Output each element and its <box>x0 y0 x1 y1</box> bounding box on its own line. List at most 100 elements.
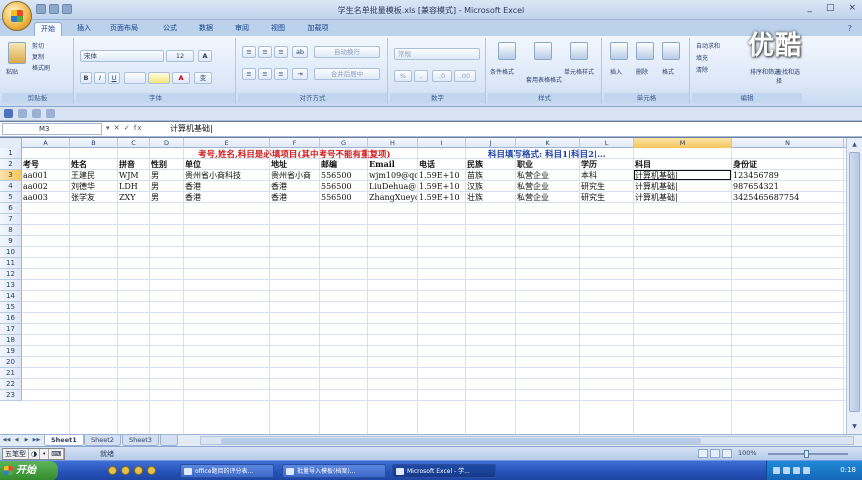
wrap-text-button[interactable]: 自动换行 <box>314 46 380 58</box>
column-header-a[interactable]: A <box>22 138 70 148</box>
column-header-g[interactable]: G <box>320 138 368 148</box>
select-all-corner[interactable] <box>0 138 22 148</box>
table-cell[interactable]: 本科 <box>580 170 633 181</box>
table-cell[interactable]: 计算机基础| <box>634 181 731 192</box>
insert-cells-icon[interactable] <box>610 42 628 60</box>
next-sheet-icon[interactable]: ▶ <box>22 436 31 445</box>
table-cell[interactable]: 研究生 <box>580 192 633 203</box>
insert-sheet-icon[interactable] <box>160 435 178 446</box>
row-header-13[interactable]: 13 <box>0 280 22 291</box>
table-cell[interactable]: 香港 <box>184 192 269 203</box>
column-header-l[interactable]: L <box>580 138 634 148</box>
align-right-icon[interactable]: ≡ <box>274 68 288 80</box>
column-header-h[interactable]: H <box>368 138 418 148</box>
align-left-icon[interactable]: ≡ <box>242 68 256 80</box>
row-header-5[interactable]: 5 <box>0 192 22 203</box>
office-button[interactable] <box>2 1 32 31</box>
font-color-button[interactable]: A <box>172 72 190 84</box>
format-table-icon[interactable] <box>534 42 552 60</box>
header-cell[interactable]: 民族 <box>466 159 515 170</box>
table-cell[interactable]: aa003 <box>22 192 69 203</box>
font-size-select[interactable]: 12 <box>166 50 194 62</box>
table-cell[interactable]: 私营企业 <box>516 170 579 181</box>
table-cell[interactable]: 1.59E+10 <box>418 181 465 192</box>
column-header-d[interactable]: D <box>150 138 184 148</box>
soft-keyboard-icon[interactable]: ⌨ <box>49 449 65 459</box>
start-button[interactable]: 开始 <box>0 461 58 480</box>
table-cell[interactable]: 王建民 <box>70 170 117 181</box>
header-cell[interactable]: 性别 <box>150 159 183 170</box>
hscroll-thumb[interactable] <box>221 438 701 444</box>
row-header-3[interactable]: 3 <box>0 170 22 181</box>
align-bottom-icon[interactable]: ≡ <box>274 46 288 58</box>
close-button[interactable]: × <box>848 3 856 13</box>
increase-decimal-button[interactable]: .0 <box>432 70 452 82</box>
header-cell[interactable]: 学历 <box>580 159 633 170</box>
header-cell[interactable]: Email <box>368 159 417 170</box>
row-header-16[interactable]: 16 <box>0 313 22 324</box>
row-header-15[interactable]: 15 <box>0 302 22 313</box>
table-cell[interactable]: 研究生 <box>580 181 633 192</box>
format-painter-button[interactable]: 格式刷 <box>32 64 50 73</box>
fill-color-icon[interactable] <box>148 72 170 84</box>
table-cell[interactable]: LDH <box>118 181 149 192</box>
align-center-icon[interactable]: ≡ <box>258 68 272 80</box>
borders-icon[interactable] <box>124 72 146 84</box>
table-cell[interactable]: 男 <box>150 170 183 181</box>
table-cell[interactable]: 556500 <box>320 192 367 203</box>
vertical-scrollbar[interactable]: ▲ ▼ <box>846 138 862 434</box>
table-cell[interactable]: wjm109@qq.com <box>368 170 417 181</box>
table-cell[interactable]: 男 <box>150 192 183 203</box>
row-header-18[interactable]: 18 <box>0 335 22 346</box>
italic-button[interactable]: I <box>94 72 106 84</box>
delete-button[interactable]: 删除 <box>636 68 648 77</box>
column-header-m[interactable]: M <box>634 138 732 148</box>
punctuation-icon[interactable]: • <box>40 449 50 459</box>
row-header-2[interactable]: 2 <box>0 159 22 170</box>
scroll-down-icon[interactable]: ▼ <box>849 422 860 432</box>
first-sheet-icon[interactable]: ◀◀ <box>2 436 11 445</box>
table-cell[interactable]: ZhangXueyou@163.com <box>368 192 417 203</box>
conditional-format-icon[interactable] <box>498 42 516 60</box>
clear-button[interactable]: 清除 <box>696 66 708 75</box>
table-cell[interactable]: 计算机基础| <box>634 170 731 181</box>
format-button[interactable]: 格式 <box>662 68 674 77</box>
row-header-11[interactable]: 11 <box>0 258 22 269</box>
orientation-icon[interactable]: ab <box>292 46 308 58</box>
table-cell[interactable]: 私营企业 <box>516 181 579 192</box>
tab-review[interactable]: 审阅 <box>228 22 256 36</box>
save-icon[interactable] <box>4 109 13 118</box>
column-header-i[interactable]: I <box>418 138 466 148</box>
header-cell[interactable]: 地址 <box>270 159 319 170</box>
column-header-f[interactable]: F <box>270 138 320 148</box>
table-cell[interactable]: ZXY <box>118 192 149 203</box>
header-cell[interactable]: 电话 <box>418 159 465 170</box>
header-cell[interactable]: 拼音 <box>118 159 149 170</box>
quicklaunch-icon[interactable] <box>121 466 130 475</box>
table-cell[interactable]: 香港 <box>270 181 319 192</box>
conditional-format-button[interactable]: 条件格式 <box>490 68 514 77</box>
header-cell[interactable]: 科目 <box>634 159 731 170</box>
prev-sheet-icon[interactable]: ◀ <box>12 436 21 445</box>
copy-button[interactable]: 复制 <box>32 53 44 62</box>
last-sheet-icon[interactable]: ▶▶ <box>32 436 41 445</box>
indent-icon[interactable]: ⇥ <box>292 68 308 80</box>
zoom-knob[interactable] <box>804 450 809 458</box>
format-as-table-button[interactable]: 套用表格格式 <box>526 76 562 85</box>
normal-view-icon[interactable] <box>698 449 708 458</box>
ime-mode-label[interactable]: 五笔型 <box>3 449 29 459</box>
header-cell[interactable]: 单位 <box>184 159 269 170</box>
page-break-view-icon[interactable] <box>722 449 732 458</box>
row-header-10[interactable]: 10 <box>0 247 22 258</box>
table-cell[interactable]: 私营企业 <box>516 192 579 203</box>
column-header-c[interactable]: C <box>118 138 150 148</box>
row-header-22[interactable]: 22 <box>0 379 22 390</box>
table-cell[interactable]: 556500 <box>320 181 367 192</box>
grow-font-button[interactable]: A <box>198 50 212 62</box>
table-cell[interactable]: 男 <box>150 181 183 192</box>
help-icon[interactable]: ? <box>848 24 852 33</box>
formula-input[interactable]: 计算机基础| <box>168 123 852 135</box>
percent-button[interactable]: % <box>394 70 412 82</box>
sheet-tab-sheet1[interactable]: Sheet1 <box>44 435 84 446</box>
table-cell[interactable]: 贵州省小商科技 <box>184 170 269 181</box>
